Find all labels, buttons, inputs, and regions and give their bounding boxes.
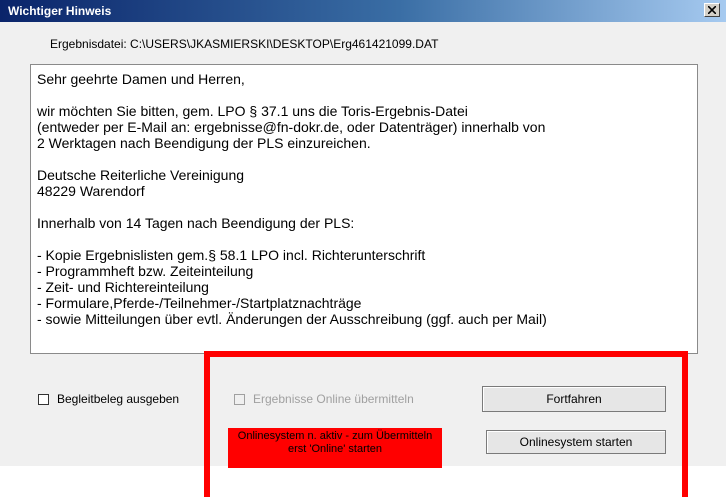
continue-button[interactable]: Fortfahren xyxy=(482,386,666,412)
status-line-1: Onlinesystem n. aktiv - zum Übermitteln xyxy=(237,430,433,442)
start-online-system-button[interactable]: Onlinesystem starten xyxy=(486,430,666,454)
memo-line: wir möchten Sie bitten, gem. LPO § 37.1 … xyxy=(37,103,468,119)
memo-line: Sehr geehrte Damen und Herren, xyxy=(37,71,245,87)
memo-line: - Formulare,Pferde-/Teilnehmer-/Startpla… xyxy=(37,295,362,311)
dialog-window: Wichtiger Hinweis Ergebnisdatei: C:\USER… xyxy=(0,0,726,468)
online-transfer-option[interactable]: Ergebnisse Online übermitteln xyxy=(234,392,414,406)
online-transfer-checkbox[interactable] xyxy=(234,393,245,405)
memo-line: 2 Werktagen nach Beendigung der PLS einz… xyxy=(37,135,371,151)
begleitbeleg-label: Begleitbeleg ausgeben xyxy=(57,392,180,406)
close-icon xyxy=(708,6,716,14)
memo-blank-line xyxy=(37,151,691,167)
window-title: Wichtiger Hinweis xyxy=(8,4,112,18)
memo-line: 48229 Warendorf xyxy=(37,183,145,199)
memo-blank-line xyxy=(37,199,691,215)
memo-line: Deutsche Reiterliche Vereinigung xyxy=(37,167,245,183)
memo-line: - Kopie Ergebnislisten gem.§ 58.1 LPO in… xyxy=(37,247,426,263)
notice-text-area[interactable]: Sehr geehrte Damen und Herren, wir möcht… xyxy=(30,64,698,354)
memo-line: - sowie Mitteilungen über evtl. Änderung… xyxy=(37,311,547,327)
memo-line: - Programmheft bzw. Zeiteinteilung xyxy=(37,263,254,279)
close-button[interactable] xyxy=(704,3,720,17)
online-status-warning: Onlinesystem n. aktiv - zum Übermitteln … xyxy=(228,428,442,468)
memo-blank-line xyxy=(37,87,691,103)
online-transfer-label: Ergebnisse Online übermitteln xyxy=(253,392,414,406)
memo-line: Innerhalb von 14 Tagen nach Beendigung d… xyxy=(37,215,355,231)
begleitbeleg-checkbox[interactable] xyxy=(38,393,49,405)
memo-line: - Zeit- und Richtereinteilung xyxy=(37,279,209,295)
status-line-2: erst 'Online' starten xyxy=(287,443,383,455)
result-file-label: Ergebnisdatei: C:\USERS\JKASMIERSKI\DESK… xyxy=(50,37,439,51)
title-bar: Wichtiger Hinweis xyxy=(0,0,726,22)
memo-blank-line xyxy=(37,231,691,247)
begleitbeleg-option[interactable]: Begleitbeleg ausgeben xyxy=(38,392,179,406)
memo-line: (entweder per E-Mail an: ergebnisse@fn-d… xyxy=(37,119,546,135)
